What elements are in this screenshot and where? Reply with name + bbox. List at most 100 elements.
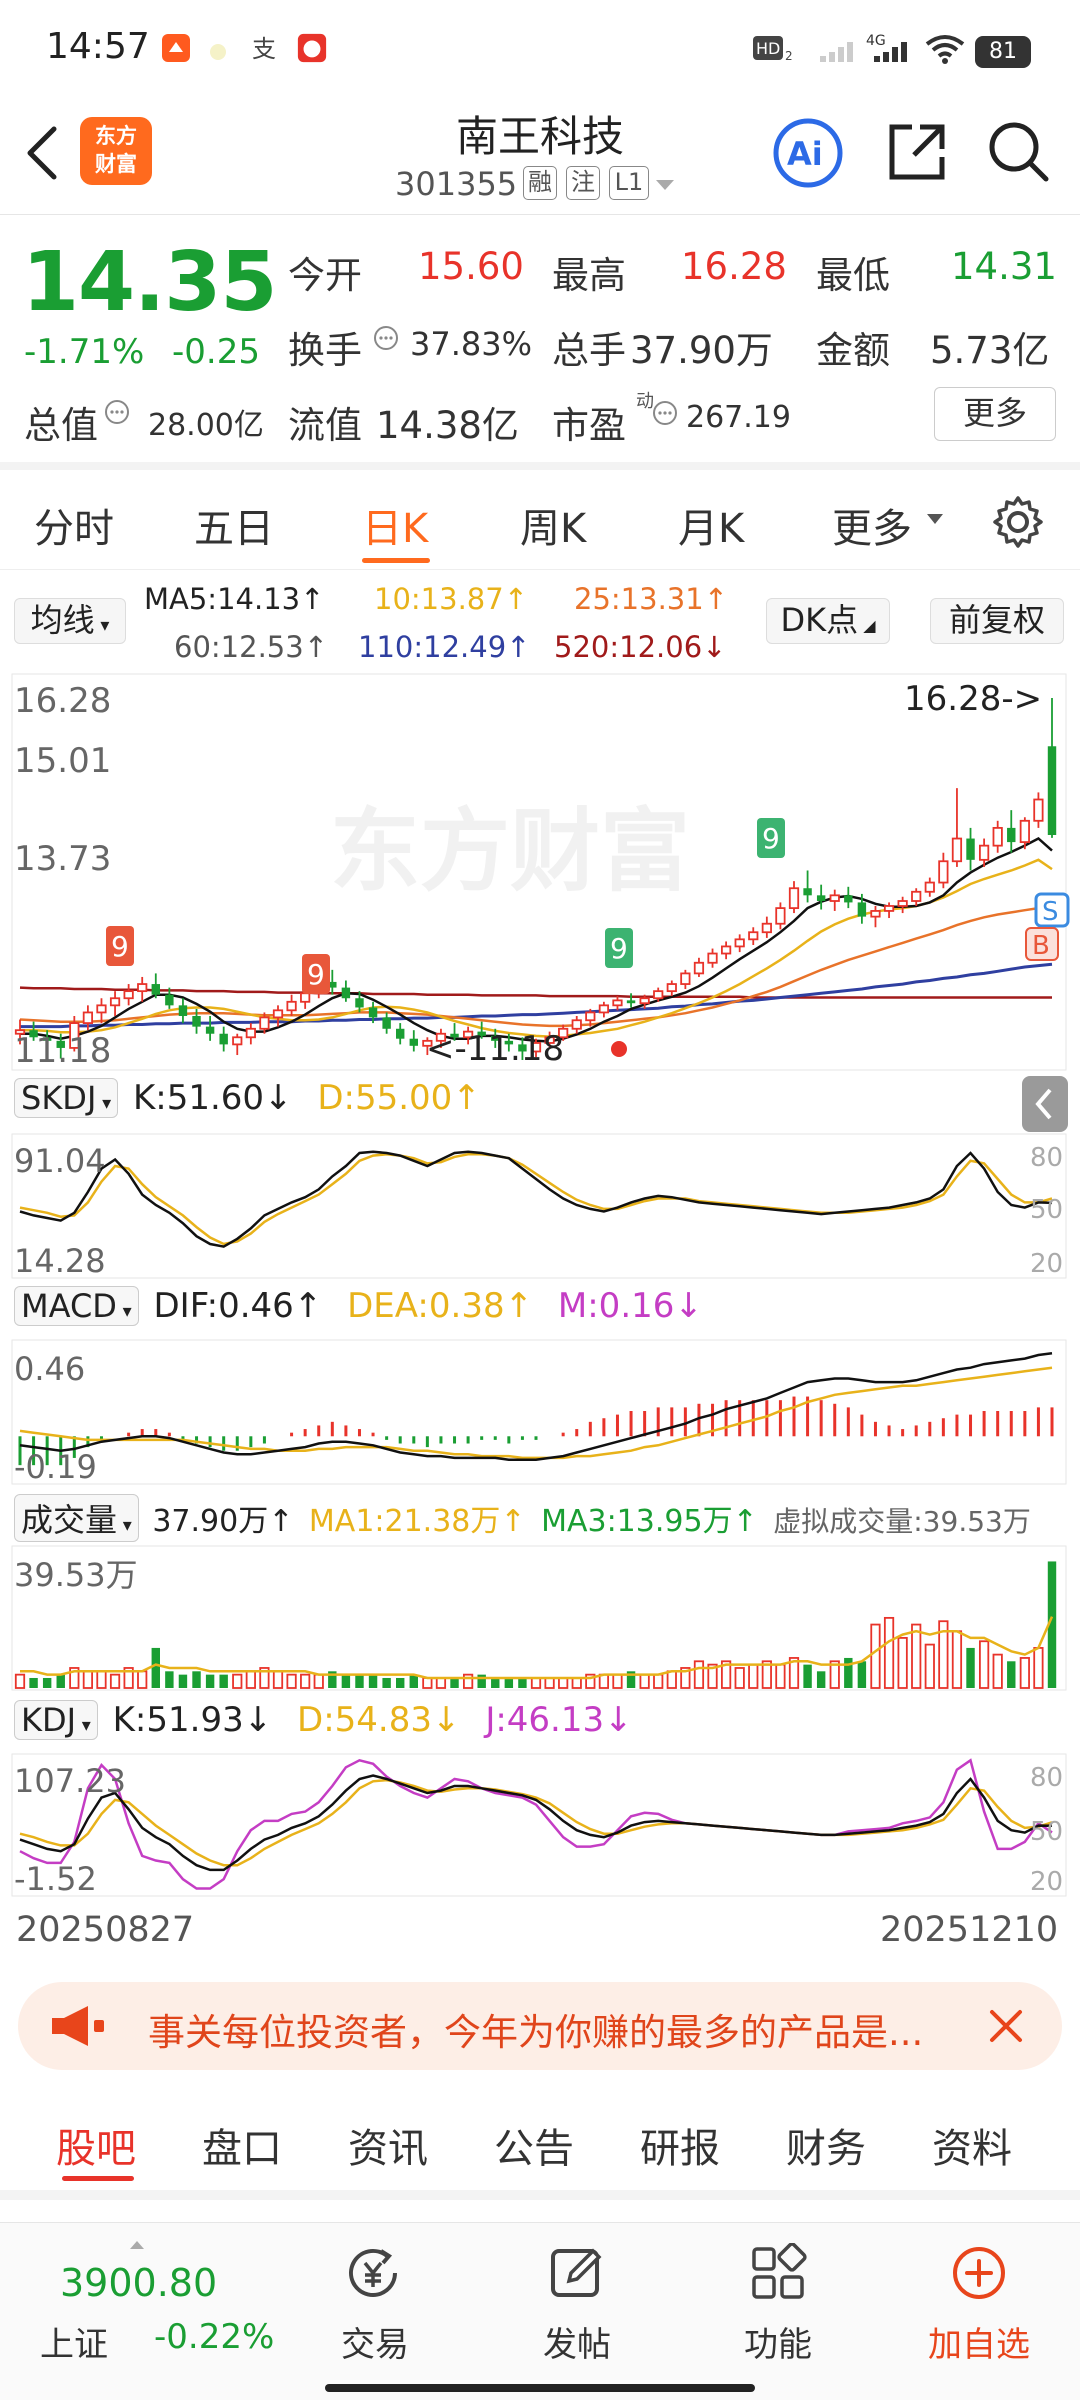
close-icon[interactable] <box>986 2006 1026 2046</box>
volume-bar <box>639 1673 650 1689</box>
candle-body <box>938 860 949 884</box>
volume-bar <box>748 1663 759 1689</box>
candle-body <box>151 984 160 995</box>
content-tabs: 股吧 盘口 资讯 公告 研报 财务 资料 <box>0 2090 1080 2200</box>
kdj-selector[interactable]: KDJ ▾ <box>14 1700 98 1740</box>
status-time: 14:57 <box>46 26 150 67</box>
tab-more-periods[interactable]: 更多 <box>832 496 912 554</box>
tab-profile[interactable]: 资料 <box>932 2116 1012 2174</box>
volume-bar <box>477 1674 486 1688</box>
kdj-rtick-80: 80 <box>1030 1763 1063 1793</box>
candle-body <box>165 994 174 1006</box>
active-subtab-underline <box>62 2176 134 2181</box>
info-icon[interactable] <box>104 399 130 425</box>
macd-m-label: M:0.16↓ <box>557 1286 703 1326</box>
red-dot-marker[interactable] <box>611 1041 627 1057</box>
tab-forum[interactable]: 股吧 <box>56 2116 136 2174</box>
collapse-panel-icon[interactable] <box>1022 1076 1068 1132</box>
volume-bar <box>978 1640 990 1689</box>
volume-selector[interactable]: 成交量 ▾ <box>14 1494 139 1542</box>
tab-finance[interactable]: 财务 <box>786 2116 866 2174</box>
volume-bar <box>530 1677 542 1689</box>
index-quote-widget[interactable]: 3900.80 上证 -0.22% <box>40 2241 274 2367</box>
tab-intraday[interactable]: 分时 <box>34 496 114 554</box>
tab-daily-k[interactable]: 日K <box>362 496 428 554</box>
candle-body <box>612 999 623 1007</box>
volume-bar <box>272 1670 284 1689</box>
ma10-label: 10:13.87↑ <box>374 582 528 616</box>
ma110-label: 110:12.49↑ <box>358 630 531 664</box>
volume-chart[interactable]: 39.53万 <box>0 1544 1080 1692</box>
candle-body <box>341 987 351 999</box>
tab-five-day[interactable]: 五日 <box>194 496 274 554</box>
info-icon[interactable] <box>373 325 399 351</box>
candle-body <box>571 1019 582 1030</box>
candle-body <box>966 838 975 860</box>
tab-order-book[interactable]: 盘口 <box>202 2116 282 2174</box>
signal-9-text: 9 <box>307 958 325 991</box>
share-icon[interactable] <box>884 119 950 185</box>
skdj-rtick-20: 20 <box>1030 1249 1063 1279</box>
kdj-ytick-low: -1.52 <box>14 1860 97 1898</box>
index-change: -0.22% <box>154 2317 275 2357</box>
candle-body <box>82 1011 94 1024</box>
tab-weekly-k[interactable]: 周K <box>520 496 586 554</box>
bottom-nav: 3900.80 上证 -0.22% 交易 发帖 功能 加自选 <box>0 2222 1080 2400</box>
nav-add-watchlist[interactable]: 加自选 <box>909 2243 1049 2366</box>
ytick-low: 11.18 <box>14 1031 111 1071</box>
skdj-ytick-low: 14.28 <box>14 1242 106 1280</box>
kline-chart[interactable]: 东方财富 16.28 15.01 13.73 11.18 16.28-> <-1… <box>0 672 1080 1072</box>
candle-body <box>734 938 745 948</box>
skdj-header: SKDJ ▾ K:51.60↓ D:55.00↑ <box>14 1078 481 1118</box>
signal-4g-icon: 4G <box>866 33 907 62</box>
search-icon[interactable] <box>986 119 1052 185</box>
candle-body <box>272 1009 284 1019</box>
macd-chart[interactable]: 0.46 -0.19 <box>0 1338 1080 1486</box>
macd-selector[interactable]: MACD ▾ <box>14 1286 139 1326</box>
high-label: 最高 <box>552 254 626 297</box>
tab-announcements[interactable]: 公告 <box>494 2116 574 2174</box>
more-quote-button[interactable]: 更多 <box>934 387 1056 441</box>
candle-body <box>978 844 990 861</box>
volume-bar <box>518 1677 527 1688</box>
candle-body <box>951 837 963 863</box>
candle-body <box>666 983 677 993</box>
volume-bar <box>96 1670 107 1689</box>
game-app-icon <box>297 33 327 63</box>
ma-selector[interactable]: 均线 ▾ <box>14 598 126 644</box>
volume-bar <box>82 1670 94 1689</box>
candle-body <box>897 900 908 907</box>
caret-down-icon[interactable] <box>654 177 676 193</box>
candle-body <box>1033 798 1044 822</box>
stock-code: 301355 <box>395 165 518 203</box>
volume-bar <box>450 1677 459 1688</box>
x-axis-end-date: 20251210 <box>880 1910 1059 1950</box>
skdj-chart[interactable]: 91.04 14.28 80 50 20 <box>0 1132 1080 1280</box>
volume-bar <box>355 1674 364 1688</box>
tab-monthly-k[interactable]: 月K <box>678 496 744 554</box>
megaphone-icon <box>52 2006 104 2046</box>
info-icon[interactable] <box>652 400 678 426</box>
nav-trade[interactable]: 交易 <box>305 2243 445 2366</box>
ai-assistant-icon[interactable]: Ai <box>772 117 844 189</box>
volume-bar <box>245 1670 256 1689</box>
x-axis-start-date: 20250827 <box>16 1910 195 1950</box>
nav-post[interactable]: 发帖 <box>507 2243 647 2366</box>
adjust-price-button[interactable]: 前复权 <box>930 598 1064 644</box>
low-value: 14.31 <box>951 245 1057 288</box>
skdj-selector[interactable]: SKDJ ▾ <box>14 1078 119 1118</box>
volume-bar <box>653 1673 664 1689</box>
kdj-chart[interactable]: 107.23 -1.52 80 50 20 <box>0 1752 1080 1898</box>
caret-down-icon[interactable] <box>925 512 945 526</box>
dk-point-button[interactable]: DK点 ◢ <box>766 598 890 644</box>
nav-functions[interactable]: 功能 <box>708 2242 848 2366</box>
kdj-k-label: K:51.93↓ <box>112 1700 273 1740</box>
total-value: 28.00亿 <box>148 408 264 443</box>
promo-notice-bar[interactable]: 事关每位投资者，今年为你赚的最多的产品是... <box>18 1982 1062 2070</box>
settings-gear-icon[interactable] <box>990 494 1046 550</box>
tab-research[interactable]: 研报 <box>640 2116 720 2174</box>
candle-body <box>409 1038 418 1046</box>
candle-body <box>396 1028 405 1039</box>
candle-body <box>1047 746 1057 835</box>
tab-news[interactable]: 资讯 <box>348 2116 428 2174</box>
